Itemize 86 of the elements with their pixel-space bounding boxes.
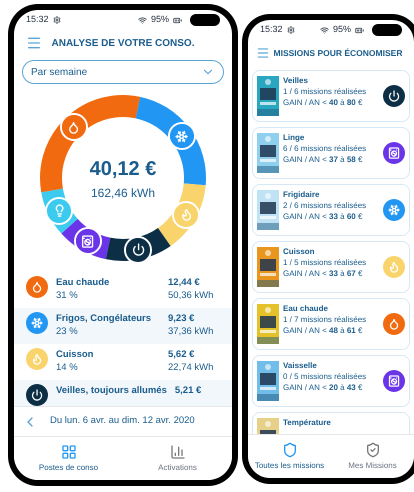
battery-level: 95% <box>150 13 169 26</box>
mission-card[interactable]: Cuisson 1 / 5 missions réalisées GAIN / AN < 33 à 67 € <box>252 241 410 293</box>
mission-card[interactable]: Frigidaire 2 / 6 missions réalisées GAIN / AN < 33 à 60 € <box>252 184 410 236</box>
period-dropdown[interactable]: Par semaine <box>22 60 224 84</box>
category-amount: 12,44 € <box>168 276 201 289</box>
category-name: Frigos, Congélateurs <box>56 312 152 325</box>
bar-chart-icon <box>170 444 186 460</box>
missions-done-text: 1 / 6 missions réalisées <box>283 86 368 97</box>
status-time: 15:32 <box>26 13 49 26</box>
mission-card[interactable]: Température <box>252 412 410 434</box>
power-icon <box>383 85 405 107</box>
wifi-icon <box>138 16 147 24</box>
missions-done-text: 0 / 5 missions réalisées <box>283 371 368 382</box>
mission-card[interactable]: Eau chaude 1 / 7 missions réalisées GAIN / AN < 48 à 61 € <box>252 298 410 350</box>
shield-check-icon <box>364 442 380 458</box>
category-share: 31 % <box>56 289 79 302</box>
category-energy: 37,36 kWh <box>168 325 214 338</box>
category-amount: 9,23 € <box>168 312 196 325</box>
settings-icon <box>52 16 61 24</box>
nav-tab[interactable]: Activations <box>123 437 232 480</box>
total-energy: 162,46 kWh <box>90 185 156 202</box>
flame-icon <box>174 203 198 227</box>
nav-tab[interactable]: Toutes les missions <box>248 435 331 478</box>
screen-title: ANALYSE DE VOTRE CONSO. <box>50 36 196 50</box>
mission-gain: GAIN / AN < 37 à 58 € <box>283 154 364 165</box>
mission-gain: GAIN / AN < 20 à 43 € <box>283 382 364 393</box>
camera-cutout <box>190 14 220 26</box>
category-row[interactable]: Veilles, toujours allumés 5,21 € <box>14 380 232 406</box>
snowflake-icon <box>26 312 48 334</box>
grid-icon <box>60 444 76 460</box>
nav-tab[interactable]: Mes Missions <box>331 435 414 478</box>
shield-icon <box>282 442 298 458</box>
wifi-icon <box>320 26 329 34</box>
category-name: Veilles, toujours allumés <box>56 384 167 397</box>
category-row[interactable]: Frigos, Congélateurs 23 % 9,23 € 37,36 kWh <box>14 308 232 344</box>
mission-title: Linge <box>283 132 306 143</box>
droplet-icon <box>26 276 48 298</box>
battery-level: 95% <box>332 23 351 36</box>
category-amount: 5,21 € <box>174 384 202 397</box>
category-share: 23 % <box>56 325 79 338</box>
mission-card[interactable]: Veilles 1 / 6 missions réalisées GAIN / AN < 40 à 80 € <box>252 70 410 122</box>
category-name: Eau chaude <box>56 276 110 289</box>
category-energy: 22,74 kWh <box>168 361 214 374</box>
battery-icon <box>173 16 182 24</box>
washing-machine-icon <box>383 370 405 392</box>
power-icon <box>26 384 48 406</box>
flame-icon <box>26 348 48 370</box>
mission-title: Frigidaire <box>283 189 320 200</box>
status-time: 15:32 <box>260 23 283 36</box>
power-icon <box>126 238 150 262</box>
droplet-icon <box>383 313 405 335</box>
menu-icon[interactable] <box>26 35 42 51</box>
menu-icon[interactable] <box>256 46 270 60</box>
mission-gain: GAIN / AN < 33 à 67 € <box>283 268 364 279</box>
mission-title: Veilles <box>283 75 309 86</box>
mission-title: Eau chaude <box>283 303 329 314</box>
category-energy: 50,36 kWh <box>168 289 214 302</box>
screen-title: MISSIONS POUR ÉCONOMISER <box>272 46 404 60</box>
date-range: Du lun. 6 avr. au dim. 12 avr. 2020 <box>50 414 195 428</box>
washing-machine-icon <box>383 142 405 164</box>
mission-gain: GAIN / AN < 33 à 60 € <box>283 211 364 222</box>
missions-done-text: 1 / 5 missions réalisées <box>283 257 368 268</box>
settings-icon <box>286 26 295 34</box>
missions-done-text: 2 / 6 missions réalisées <box>283 200 368 211</box>
droplet-icon <box>62 115 86 140</box>
washing-machine-icon <box>76 229 100 254</box>
mission-card[interactable]: Vaisselle 0 / 5 missions réalisées GAIN / AN < 20 à 43 € <box>252 355 410 407</box>
mission-card[interactable]: Linge 6 / 6 missions réalisées GAIN / AN < 37 à 58 € <box>252 127 410 179</box>
total-amount: 40,12 € <box>90 157 156 182</box>
flame-icon <box>383 256 405 278</box>
missions-done-text: 6 / 6 missions réalisées <box>283 143 368 154</box>
nav-tab[interactable]: Postes de conso <box>14 437 123 480</box>
lightbulb-icon <box>47 198 72 223</box>
battery-icon <box>355 26 364 34</box>
mission-gain: GAIN / AN < 48 à 61 € <box>283 325 364 336</box>
category-share: 14 % <box>56 361 79 374</box>
mission-title: Vaisselle <box>283 360 318 371</box>
snowflake-icon <box>170 124 194 148</box>
mission-title: Cuisson <box>283 246 316 257</box>
mission-gain: GAIN / AN < 40 à 80 € <box>283 97 364 108</box>
category-amount: 5,62 € <box>168 348 196 361</box>
camera-cutout <box>372 24 402 36</box>
snowflake-icon <box>383 199 405 221</box>
mission-title: Température <box>283 417 332 428</box>
category-name: Cuisson <box>56 348 94 361</box>
missions-done-text: 1 / 7 missions réalisées <box>283 314 368 325</box>
